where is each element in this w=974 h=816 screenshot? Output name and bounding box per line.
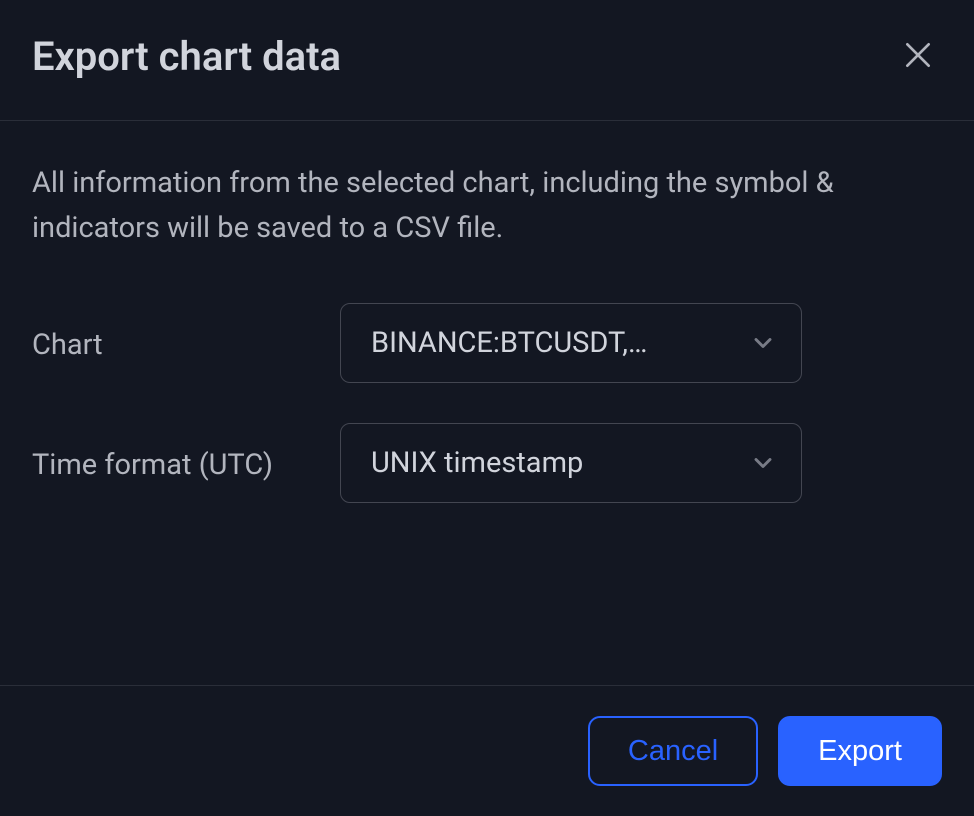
dialog-body: All information from the selected chart,… (0, 121, 974, 685)
time-format-dropdown[interactable]: UNIX timestamp (340, 423, 802, 503)
chevron-down-icon (749, 449, 777, 477)
dialog-footer: Cancel Export (0, 685, 974, 816)
chevron-down-icon (749, 329, 777, 357)
cancel-button[interactable]: Cancel (588, 716, 758, 786)
time-format-field-row: Time format (UTC) UNIX timestamp (32, 423, 942, 503)
time-format-dropdown-value: UNIX timestamp (371, 446, 749, 480)
close-button[interactable] (894, 32, 942, 80)
time-format-field-label: Time format (UTC) (32, 423, 340, 488)
dialog-header: Export chart data (0, 0, 974, 121)
chart-dropdown-value: BINANCE:BTCUSDT,… (371, 326, 749, 360)
chart-field-label: Chart (32, 303, 340, 368)
export-button[interactable]: Export (778, 716, 942, 786)
dialog-title: Export chart data (32, 33, 341, 80)
export-chart-dialog: Export chart data All information from t… (0, 0, 974, 816)
chart-dropdown[interactable]: BINANCE:BTCUSDT,… (340, 303, 802, 383)
chart-field-row: Chart BINANCE:BTCUSDT,… (32, 303, 942, 383)
dialog-description: All information from the selected chart,… (32, 161, 942, 251)
close-icon (902, 39, 934, 74)
